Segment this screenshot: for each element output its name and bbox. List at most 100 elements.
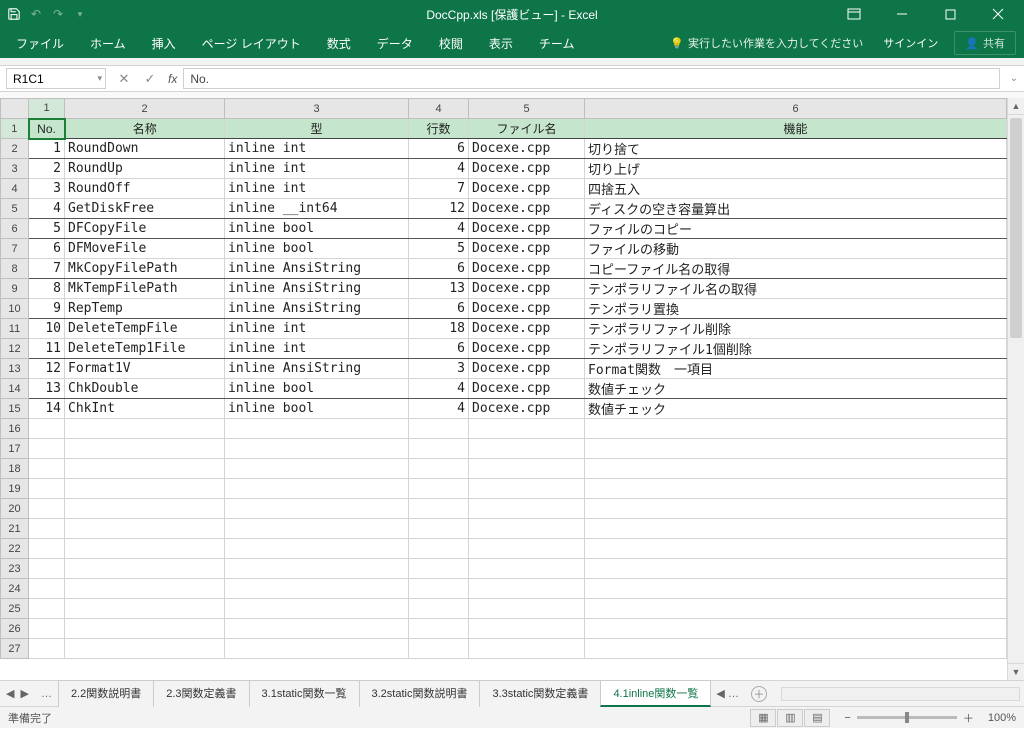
tab-nav-prev-icon[interactable]: ◀ (6, 687, 14, 700)
data-cell[interactable]: DeleteTempFile (65, 319, 225, 339)
row-header[interactable]: 26 (1, 619, 29, 639)
row-header[interactable]: 21 (1, 519, 29, 539)
data-cell[interactable]: Docexe.cpp (469, 179, 585, 199)
row-header[interactable]: 27 (1, 639, 29, 659)
scroll-down-icon[interactable]: ▼ (1008, 663, 1024, 680)
fx-icon[interactable]: fx (168, 66, 183, 91)
empty-cell[interactable] (29, 499, 65, 519)
empty-cell[interactable] (225, 519, 409, 539)
empty-cell[interactable] (469, 579, 585, 599)
data-cell[interactable]: 6 (29, 239, 65, 259)
empty-cell[interactable] (29, 559, 65, 579)
minimize-icon[interactable] (880, 0, 924, 28)
data-cell[interactable]: 12 (409, 199, 469, 219)
data-cell[interactable]: ChkDouble (65, 379, 225, 399)
row-header[interactable]: 3 (1, 159, 29, 179)
empty-cell[interactable] (469, 559, 585, 579)
expand-formula-icon[interactable]: ⌄ (1004, 66, 1024, 91)
ribbon-tab[interactable]: ホーム (78, 31, 138, 56)
data-cell[interactable]: Format関数 一項目 (585, 359, 1007, 379)
empty-cell[interactable] (225, 419, 409, 439)
data-cell[interactable]: Format1V (65, 359, 225, 379)
column-header[interactable]: 6 (585, 99, 1007, 119)
data-cell[interactable]: Docexe.cpp (469, 199, 585, 219)
row-header[interactable]: 22 (1, 539, 29, 559)
data-cell[interactable]: 切り捨て (585, 139, 1007, 159)
data-cell[interactable]: Docexe.cpp (469, 219, 585, 239)
empty-cell[interactable] (29, 439, 65, 459)
worksheet-grid[interactable]: 1234561No.名称型行数ファイル名機能21RoundDowninline … (0, 98, 1007, 680)
row-header[interactable]: 8 (1, 259, 29, 279)
scroll-thumb[interactable] (1010, 118, 1022, 338)
empty-cell[interactable] (65, 479, 225, 499)
empty-cell[interactable] (29, 619, 65, 639)
data-cell[interactable]: RoundOff (65, 179, 225, 199)
header-cell[interactable]: 型 (225, 119, 409, 139)
data-cell[interactable]: 四捨五入 (585, 179, 1007, 199)
tab-nav-next-icon[interactable]: ▶ (20, 687, 28, 700)
empty-cell[interactable] (585, 579, 1007, 599)
data-cell[interactable]: 4 (29, 199, 65, 219)
empty-cell[interactable] (585, 459, 1007, 479)
column-header[interactable]: 3 (225, 99, 409, 119)
data-cell[interactable]: コピーファイル名の取得 (585, 259, 1007, 279)
empty-cell[interactable] (469, 459, 585, 479)
sheet-tab[interactable]: 3.1static関数一覧 (249, 680, 360, 707)
empty-cell[interactable] (469, 619, 585, 639)
empty-cell[interactable] (225, 579, 409, 599)
zoom-out-icon[interactable]: − (844, 712, 850, 724)
column-header[interactable]: 5 (469, 99, 585, 119)
data-cell[interactable]: Docexe.cpp (469, 239, 585, 259)
view-page-layout-icon[interactable]: ▥ (777, 709, 803, 727)
data-cell[interactable]: 14 (29, 399, 65, 419)
data-cell[interactable]: 13 (29, 379, 65, 399)
row-header[interactable]: 14 (1, 379, 29, 399)
data-cell[interactable]: 6 (409, 139, 469, 159)
undo-icon[interactable]: ↶ (28, 6, 44, 22)
empty-cell[interactable] (65, 599, 225, 619)
horizontal-scrollbar[interactable] (781, 687, 1020, 701)
data-cell[interactable]: inline AnsiString (225, 299, 409, 319)
empty-cell[interactable] (65, 579, 225, 599)
empty-cell[interactable] (29, 419, 65, 439)
data-cell[interactable]: inline int (225, 319, 409, 339)
qat-customize-icon[interactable]: ▾ (72, 6, 88, 22)
empty-cell[interactable] (29, 479, 65, 499)
row-header[interactable]: 11 (1, 319, 29, 339)
empty-cell[interactable] (29, 579, 65, 599)
data-cell[interactable]: ディスクの空き容量算出 (585, 199, 1007, 219)
data-cell[interactable]: ファイルのコピー (585, 219, 1007, 239)
empty-cell[interactable] (409, 499, 469, 519)
empty-cell[interactable] (225, 539, 409, 559)
maximize-icon[interactable] (928, 0, 972, 28)
empty-cell[interactable] (225, 479, 409, 499)
empty-cell[interactable] (29, 639, 65, 659)
row-header[interactable]: 6 (1, 219, 29, 239)
column-header[interactable]: 1 (29, 99, 65, 119)
empty-cell[interactable] (65, 639, 225, 659)
empty-cell[interactable] (225, 619, 409, 639)
ribbon-display-icon[interactable] (832, 0, 876, 28)
row-header[interactable]: 20 (1, 499, 29, 519)
data-cell[interactable]: inline int (225, 159, 409, 179)
sheet-tab[interactable]: 4.1inline関数一覧 (600, 680, 711, 707)
data-cell[interactable]: 6 (409, 299, 469, 319)
empty-cell[interactable] (409, 559, 469, 579)
zoom-value[interactable]: 100% (988, 712, 1016, 724)
zoom-control[interactable]: − ＋ 100% (844, 710, 1016, 726)
empty-cell[interactable] (585, 439, 1007, 459)
empty-cell[interactable] (29, 599, 65, 619)
data-cell[interactable]: テンポラリファイル削除 (585, 319, 1007, 339)
data-cell[interactable]: 13 (409, 279, 469, 299)
sheet-tab[interactable]: 2.3関数定義書 (153, 680, 249, 707)
data-cell[interactable]: 6 (409, 259, 469, 279)
close-icon[interactable] (976, 0, 1020, 28)
row-header[interactable]: 15 (1, 399, 29, 419)
empty-cell[interactable] (469, 519, 585, 539)
empty-cell[interactable] (225, 499, 409, 519)
empty-cell[interactable] (225, 459, 409, 479)
data-cell[interactable]: 12 (29, 359, 65, 379)
header-cell[interactable]: 名称 (65, 119, 225, 139)
empty-cell[interactable] (29, 539, 65, 559)
empty-cell[interactable] (469, 479, 585, 499)
